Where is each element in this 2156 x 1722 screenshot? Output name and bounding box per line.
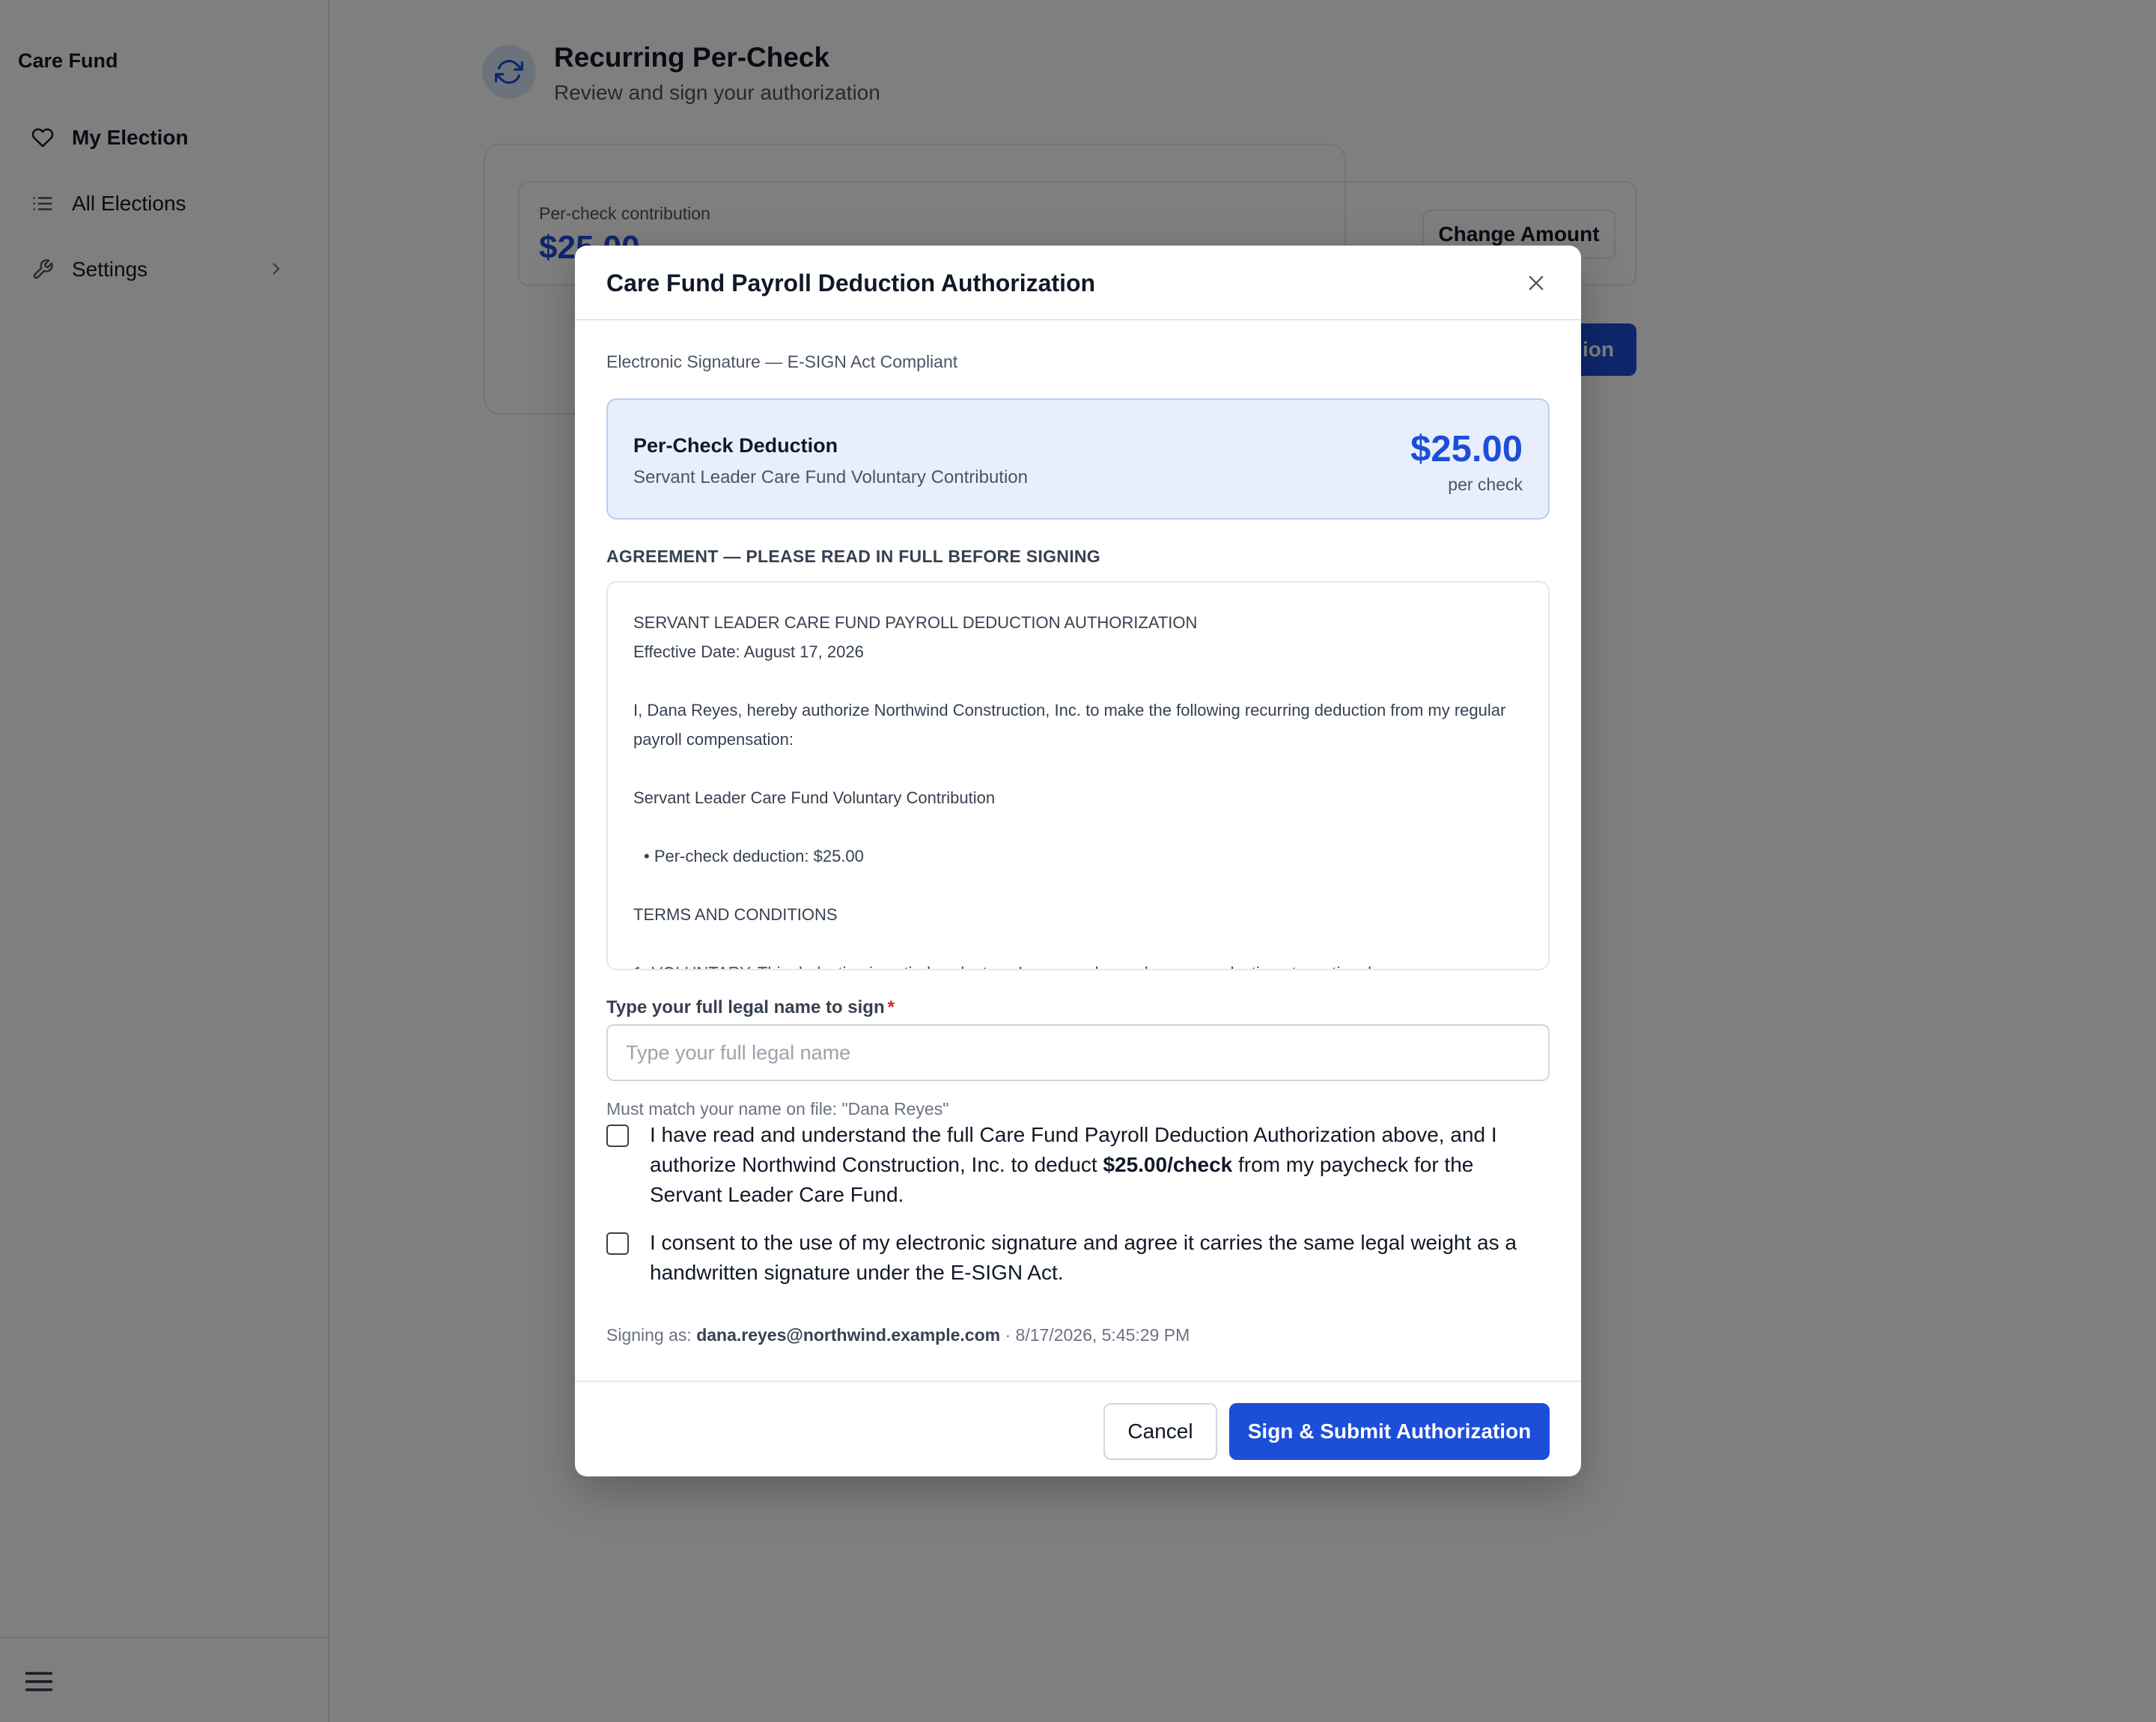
close-icon[interactable]: [1523, 270, 1550, 296]
deduction-summary: Per-Check Deduction Servant Leader Care …: [606, 398, 1550, 520]
consent-esign-text: I consent to the use of my electronic si…: [650, 1231, 1517, 1284]
consent-authorize-checkbox[interactable]: [606, 1125, 629, 1147]
signing-as-prefix: Signing as:: [606, 1325, 697, 1345]
modal-title: Care Fund Payroll Deduction Authorizatio…: [606, 270, 1096, 296]
agreement-terms-heading: TERMS AND CONDITIONS: [633, 905, 838, 924]
signature-name-input[interactable]: [606, 1024, 1550, 1081]
deduction-title: Per-Check Deduction: [633, 434, 838, 457]
signing-timestamp: · 8/17/2026, 5:45:29 PM: [1000, 1325, 1190, 1345]
signing-as-info: Signing as: dana.reyes@northwind.example…: [606, 1325, 1190, 1345]
sign-submit-button[interactable]: Sign & Submit Authorization: [1229, 1403, 1550, 1460]
signature-label: Type your full legal name to sign *: [606, 997, 895, 1018]
app-root: Care Fund My Election All Elections Sett…: [0, 0, 2156, 1722]
signature-hint: Must match your name on file: "Dana Reye…: [606, 1099, 949, 1119]
deduction-frequency: per check: [1448, 475, 1523, 494]
required-mark: *: [887, 997, 895, 1017]
consent-authorize-text: I have read and understand the full Care…: [650, 1120, 1541, 1210]
agreement-label: AGREEMENT — PLEASE READ IN FULL BEFORE S…: [606, 547, 1100, 566]
agreement-text: SERVANT LEADER CARE FUND PAYROLL DEDUCTI…: [633, 608, 1529, 969]
authorization-modal: Care Fund Payroll Deduction Authorizatio…: [575, 246, 1581, 1476]
consent-authorize-row: I have read and understand the full Care…: [606, 1120, 1550, 1210]
agreement-bullet: • Per-check deduction: $25.00: [644, 847, 864, 865]
agreement-scroll-box[interactable]: SERVANT LEADER CARE FUND PAYROLL DEDUCTI…: [606, 581, 1550, 970]
signature-label-text: Type your full legal name to sign: [606, 997, 885, 1017]
consent-esign-checkbox[interactable]: [606, 1232, 629, 1255]
agreement-heading: SERVANT LEADER CARE FUND PAYROLL DEDUCTI…: [633, 613, 1198, 632]
deduction-amount: $25.00: [1410, 429, 1523, 469]
agreement-term-1: 1. VOLUNTARY. This deduction is entirely…: [633, 958, 1529, 969]
agreement-effective-date: Effective Date: August 17, 2026: [633, 642, 864, 661]
agreement-fund-name: Servant Leader Care Fund Voluntary Contr…: [633, 788, 996, 807]
agreement-paragraph: I, Dana Reyes, hereby authorize Northwin…: [633, 701, 1506, 749]
modal-header: Care Fund Payroll Deduction Authorizatio…: [575, 246, 1581, 320]
modal-footer: Cancel Sign & Submit Authorization: [575, 1381, 1581, 1476]
deduction-subtitle: Servant Leader Care Fund Voluntary Contr…: [633, 467, 1028, 487]
cancel-button[interactable]: Cancel: [1103, 1403, 1217, 1460]
esign-note: Electronic Signature — E-SIGN Act Compli…: [606, 352, 958, 371]
consent-esign-row: I consent to the use of my electronic si…: [606, 1228, 1550, 1288]
signer-email: dana.reyes@northwind.example.com: [696, 1325, 1001, 1345]
consent-authorize-amount: $25.00/check: [1103, 1153, 1233, 1176]
